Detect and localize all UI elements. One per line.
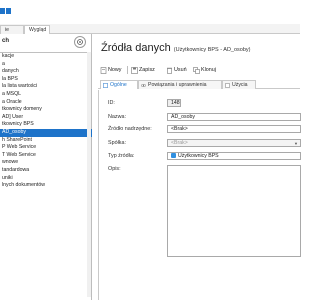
list-item[interactable]: h SharePoint <box>0 137 92 145</box>
source-type-field: Użytkownicy BPS <box>167 152 301 160</box>
list-item[interactable]: tandardowa <box>0 167 92 175</box>
tab-wyglad[interactable]: Wygląd <box>24 25 50 34</box>
company-select: <Brak> ▼ <box>167 139 301 147</box>
list-item[interactable]: kacje <box>0 53 92 61</box>
list-item[interactable]: tkownicy domeny <box>0 106 92 114</box>
description-textarea[interactable] <box>167 165 301 257</box>
clone-button-label: Klonuj <box>201 67 216 73</box>
delete-button-label: Usuń <box>174 67 187 73</box>
clone-button[interactable]: Klonuj <box>193 65 216 75</box>
tab-permissions-label: Powiązania i uprawnienia <box>148 81 207 88</box>
list-item[interactable]: la BPS <box>0 76 92 84</box>
list-item[interactable]: uniki <box>0 175 92 183</box>
app-bar <box>0 0 300 24</box>
delete-button[interactable]: Usuń <box>166 65 187 75</box>
document-icon <box>103 82 108 88</box>
left-panel-title: ch <box>2 38 10 44</box>
list-item[interactable]: a MSQL <box>0 91 92 99</box>
save-button-label: Zapisz <box>139 67 155 73</box>
cog-icon <box>77 39 83 45</box>
description-label: Opis: <box>108 166 121 172</box>
list-item[interactable]: danych <box>0 68 92 76</box>
left-panel-action-button[interactable] <box>74 36 86 48</box>
list-item[interactable]: lnych dokumentów <box>0 182 92 190</box>
toolbar: Nowy Zapisz Usuń Klonuj <box>98 64 300 76</box>
list-item[interactable]: AD] User <box>0 114 92 122</box>
left-panel-scrollbar[interactable] <box>87 52 91 297</box>
app-logo-icon <box>0 8 11 14</box>
company-label: Spółka: <box>108 140 126 146</box>
page-title: Źródła danych (Użytkownicy BPS - AD_osob… <box>101 42 251 54</box>
source-type-label: Typ źródła: <box>108 153 135 159</box>
list-item[interactable]: AD_osoby <box>0 128 92 137</box>
usage-icon <box>225 82 230 88</box>
new-button-label: Nowy <box>108 67 122 73</box>
toolbar-divider <box>127 66 128 74</box>
list-item[interactable]: tkownicy BPS <box>0 121 92 129</box>
list-item[interactable]: wnowe <box>0 159 92 167</box>
new-document-icon <box>100 66 107 74</box>
tab-usage-label: Użycia <box>232 81 248 88</box>
page-title-text: Źródła danych <box>101 42 171 54</box>
source-type-value: Użytkownicy BPS <box>178 153 219 159</box>
list-item[interactable]: a Oracle <box>0 99 92 107</box>
list-item[interactable]: T Web Service <box>0 152 92 160</box>
save-button[interactable]: Zapisz <box>131 65 155 75</box>
link-icon <box>141 83 146 87</box>
name-field[interactable]: AD_osoby <box>167 113 301 121</box>
save-icon <box>131 66 138 74</box>
tab-usage[interactable]: Użycia <box>222 80 256 89</box>
tab-permissions[interactable]: Powiązania i uprawnienia <box>138 80 222 89</box>
company-value: <Brak> <box>171 140 188 146</box>
page-subtitle: (Użytkownicy BPS - AD_osoby) <box>173 47 251 53</box>
clone-icon <box>193 66 200 74</box>
data-source-list: kacje a danych la BPS la lista wartości a MSQ… <box>0 52 92 190</box>
tab-ie[interactable]: ie <box>0 25 24 34</box>
tab-general[interactable]: Ogólne <box>100 80 138 89</box>
left-panel: ch kacje a danych la BPS la lista wartości a … <box>0 34 92 300</box>
name-label: Nazwa: <box>108 114 126 120</box>
users-icon <box>171 153 176 158</box>
trash-icon <box>167 67 172 74</box>
tab-general-label: Ogólne <box>110 81 127 88</box>
general-form: ID: 148 Nazwa: AD_osoby Źródło nadrzędne… <box>98 90 301 300</box>
list-item[interactable]: la lista wartości <box>0 83 92 91</box>
id-label: ID: <box>108 100 115 106</box>
list-item[interactable]: a <box>0 61 92 69</box>
parent-source-value: <Brak> <box>171 126 188 132</box>
id-field: 148 <box>167 99 181 107</box>
left-panel-header: ch <box>0 34 92 50</box>
parent-source-select[interactable]: <Brak> <box>167 125 301 133</box>
main-panel: Źródła danych (Użytkownicy BPS - AD_osob… <box>93 34 301 300</box>
list-item[interactable]: P Web Service <box>0 144 92 152</box>
parent-source-label: Źródło nadrzędne: <box>108 126 152 132</box>
detail-tabs: Ogólne Powiązania i uprawnienia Użycia <box>98 80 300 89</box>
chevron-down-icon: ▼ <box>294 141 298 146</box>
new-button[interactable]: Nowy <box>100 65 121 75</box>
ribbon-tabs: ie Wygląd <box>0 24 300 34</box>
